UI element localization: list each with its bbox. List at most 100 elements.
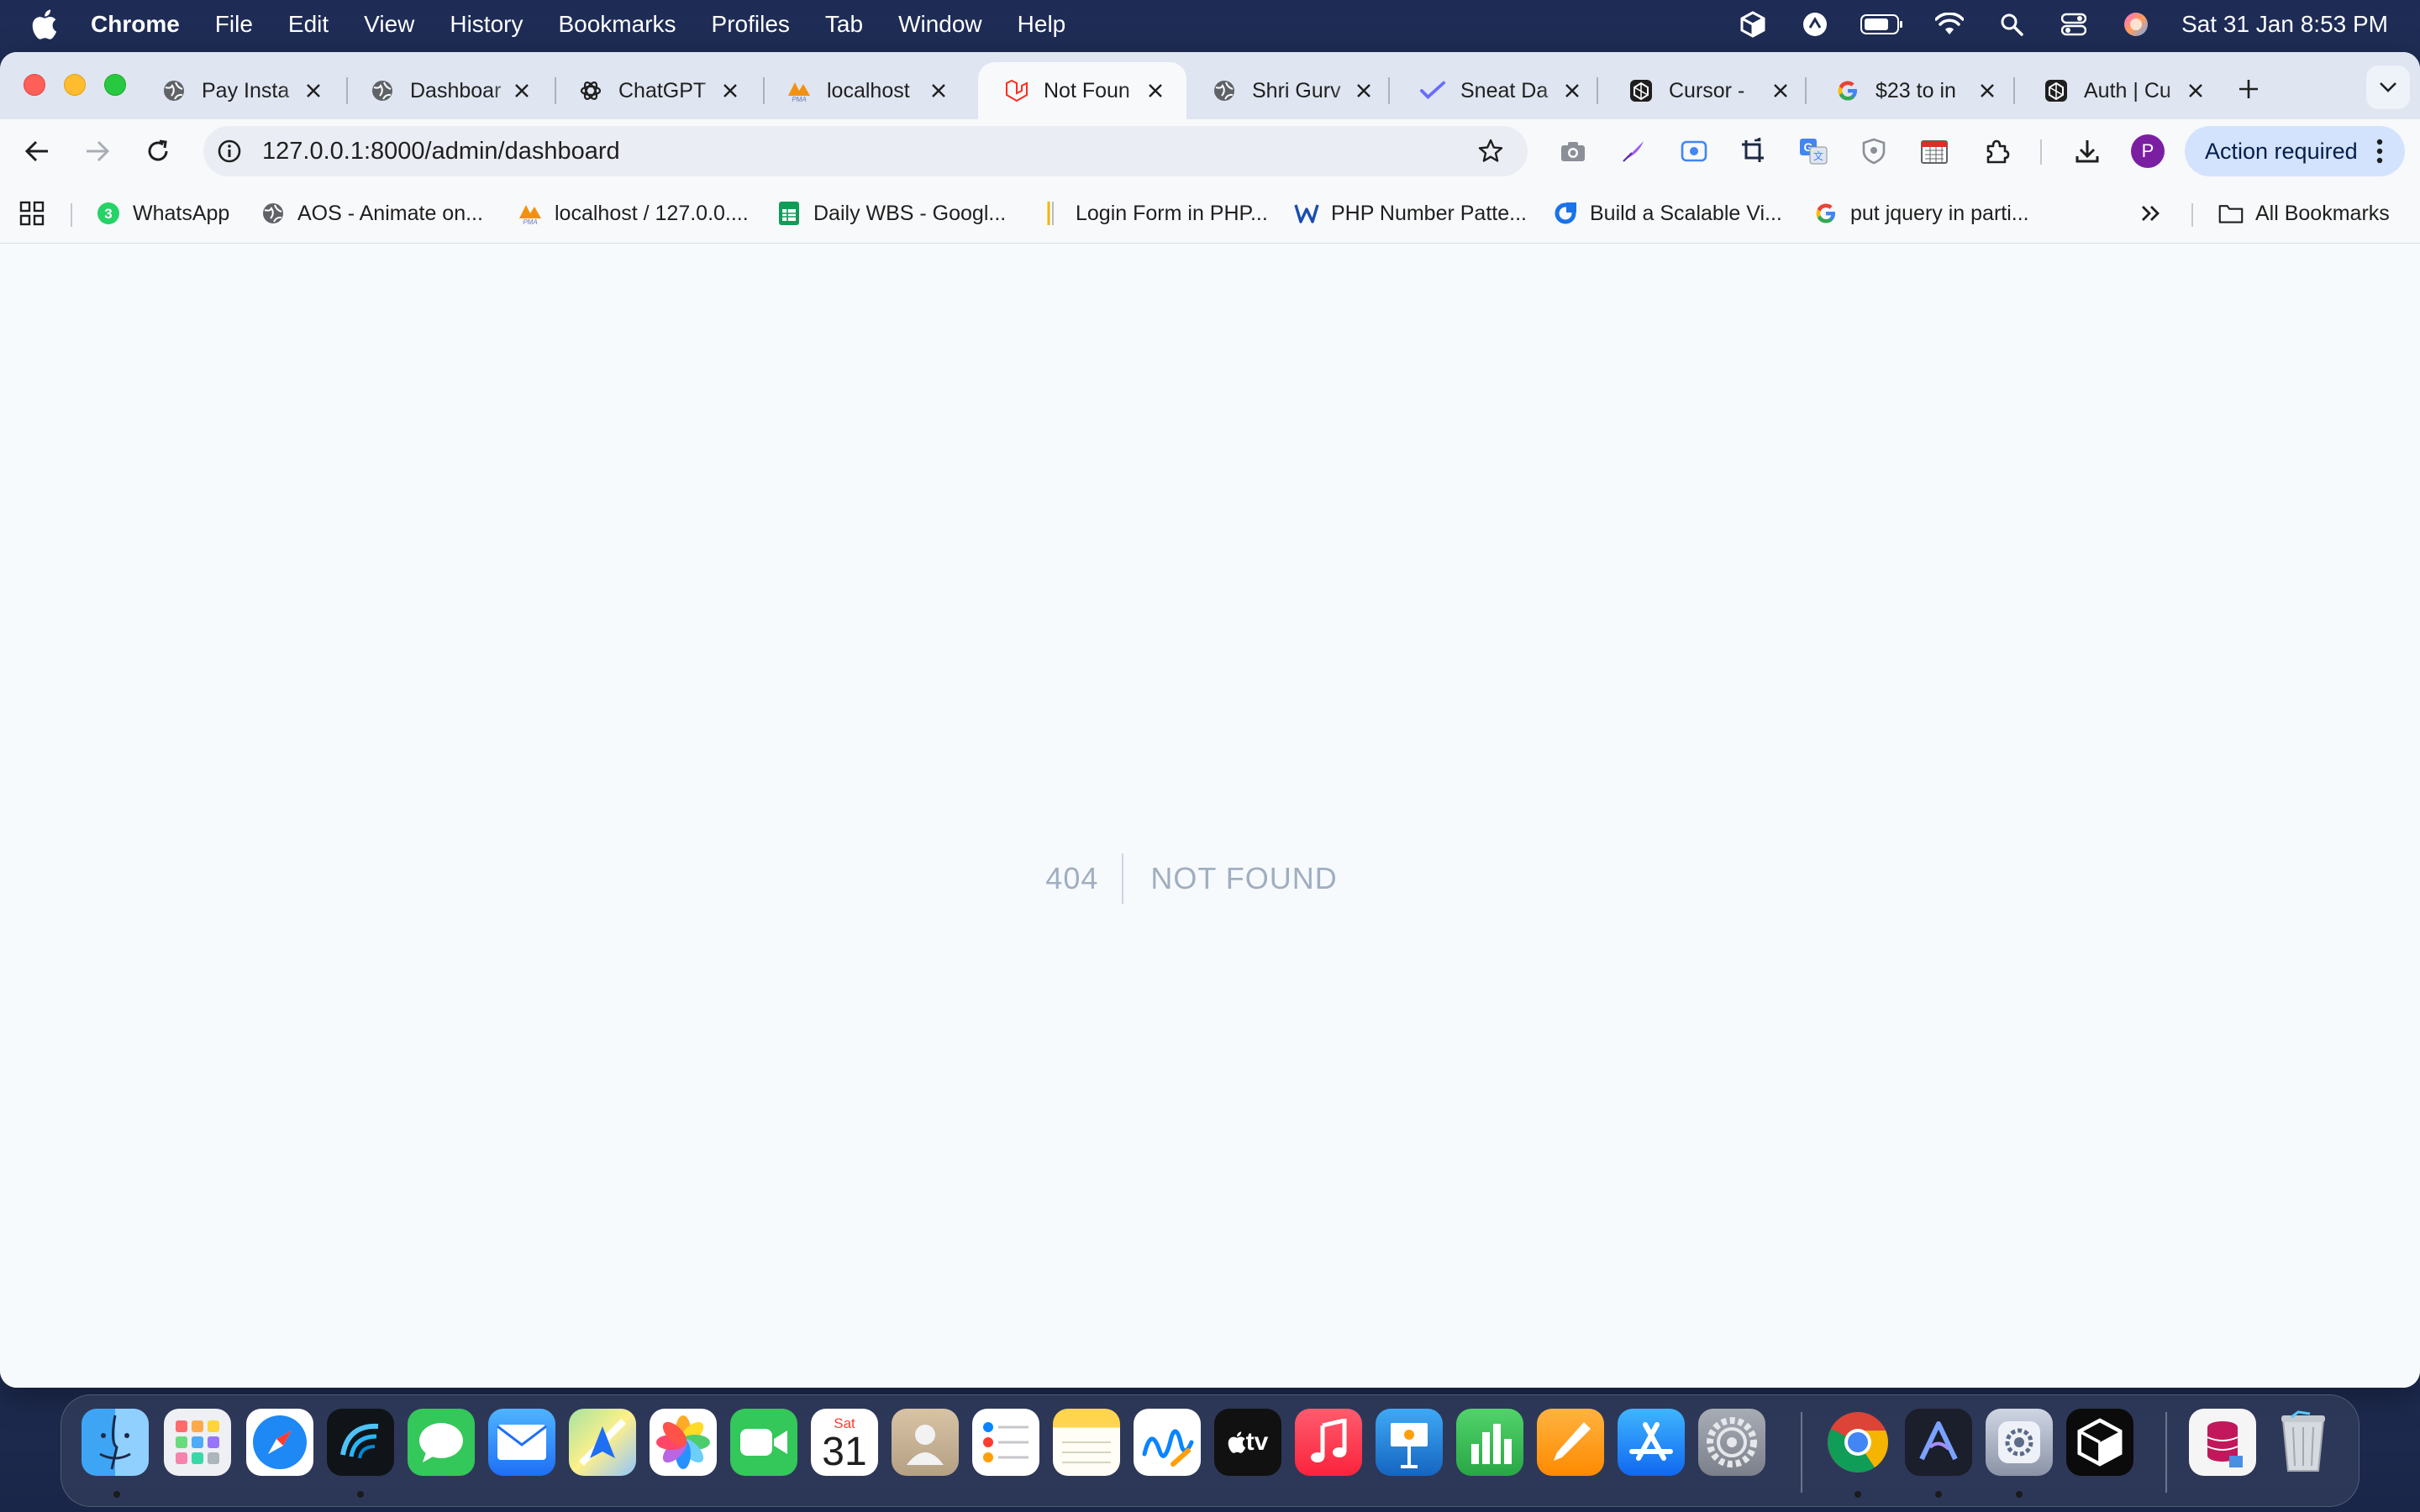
window-zoom-button[interactable] xyxy=(104,74,126,96)
tab-cursor[interactable]: Cursor - xyxy=(1603,62,1812,119)
forward-button[interactable] xyxy=(79,133,116,170)
apple-menu-icon[interactable] xyxy=(32,8,60,41)
address-bar[interactable] xyxy=(203,126,1528,176)
photos-icon[interactable] xyxy=(650,1409,717,1476)
utility-icon[interactable] xyxy=(1986,1409,2053,1476)
maps-icon[interactable] xyxy=(569,1409,636,1476)
all-bookmarks-button[interactable]: All Bookmarks xyxy=(2218,197,2390,230)
bookmark-star-icon[interactable] xyxy=(1476,136,1506,166)
close-tab-icon[interactable] xyxy=(509,78,534,103)
tab-shri-gurv[interactable]: Shri Gurv xyxy=(1186,62,1395,119)
screen-record-icon[interactable] xyxy=(1677,134,1711,168)
cube-app-icon[interactable] xyxy=(2066,1409,2133,1476)
tab-dashboard[interactable]: Dashboar xyxy=(345,62,553,119)
close-tab-icon[interactable] xyxy=(301,78,326,103)
finder-icon[interactable] xyxy=(82,1409,149,1476)
tab-not-found[interactable]: Not Foun xyxy=(978,62,1186,119)
quill-icon[interactable] xyxy=(1617,134,1650,168)
url-input[interactable] xyxy=(262,137,1355,165)
menu-clock[interactable]: Sat 31 Jan 8:53 PM xyxy=(2181,11,2388,38)
close-tab-icon[interactable] xyxy=(2183,78,2208,103)
music-icon[interactable] xyxy=(1295,1409,1362,1476)
menu-history[interactable]: History xyxy=(450,11,523,38)
more-menu-icon[interactable] xyxy=(2373,138,2386,165)
control-center-icon[interactable] xyxy=(2057,8,2091,41)
mail-icon[interactable] xyxy=(488,1409,555,1476)
spotlight-search-icon[interactable] xyxy=(1995,8,2028,41)
crop-icon[interactable] xyxy=(1736,134,1770,168)
bookmark-build-scalable[interactable]: Build a Scalable Vi... xyxy=(1553,197,1782,230)
freeform-icon[interactable] xyxy=(1134,1409,1201,1476)
messages-icon[interactable] xyxy=(408,1409,475,1476)
keynote-icon[interactable] xyxy=(1376,1409,1443,1476)
close-tab-icon[interactable] xyxy=(1975,78,2000,103)
database-icon[interactable] xyxy=(2189,1409,2256,1476)
bookmark-localhost[interactable]: PMA localhost / 127.0.0.... xyxy=(518,197,749,230)
menu-profiles[interactable]: Profiles xyxy=(712,11,790,38)
action-required-button[interactable]: Action required xyxy=(2185,126,2405,176)
contacts-icon[interactable] xyxy=(892,1409,959,1476)
bookmark-put-jquery[interactable]: put jquery in parti... xyxy=(1813,197,2029,230)
translate-icon[interactable]: G文 xyxy=(1797,134,1830,168)
more-bookmarks-icon[interactable] xyxy=(2139,197,2163,230)
bookmark-aos[interactable]: AOS - Animate on... xyxy=(260,197,483,230)
tab-pay-insta[interactable]: Pay Insta xyxy=(136,62,345,119)
menu-app-name[interactable]: Chrome xyxy=(91,11,180,38)
camera-icon[interactable] xyxy=(1556,134,1590,168)
siri-icon[interactable] xyxy=(2119,8,2153,41)
chrome-icon[interactable] xyxy=(1824,1409,1891,1476)
app-store-icon[interactable] xyxy=(1618,1409,1685,1476)
trash-icon[interactable] xyxy=(2270,1409,2337,1476)
close-tab-icon[interactable] xyxy=(1768,78,1793,103)
new-tab-button[interactable] xyxy=(2232,72,2265,106)
numbers-icon[interactable] xyxy=(1456,1409,1523,1476)
site-info-icon[interactable] xyxy=(215,137,244,165)
apple-tv-icon[interactable]: tv xyxy=(1214,1409,1281,1476)
launchpad-icon[interactable] xyxy=(164,1409,231,1476)
menu-bookmarks[interactable]: Bookmarks xyxy=(558,11,676,38)
shield-icon[interactable] xyxy=(1857,134,1891,168)
bookmark-whatsapp[interactable]: 3 WhatsApp xyxy=(96,197,229,230)
tab-auth-cursor[interactable]: Auth | Cu xyxy=(2018,62,2227,119)
window-minimize-button[interactable] xyxy=(64,74,86,96)
downloads-icon[interactable] xyxy=(2070,134,2104,168)
bookmark-php-number[interactable]: PHP Number Patte... xyxy=(1294,197,1527,230)
pages-icon[interactable] xyxy=(1537,1409,1604,1476)
close-tab-icon[interactable] xyxy=(1560,78,1585,103)
battery-icon[interactable] xyxy=(1860,8,1904,41)
menu-help[interactable]: Help xyxy=(1018,11,1066,38)
calendar-icon[interactable] xyxy=(1918,134,1951,168)
back-button[interactable] xyxy=(18,133,55,170)
sync-icon[interactable] xyxy=(1798,8,1832,41)
safari-icon[interactable] xyxy=(246,1409,313,1476)
system-settings-icon[interactable] xyxy=(1698,1409,1765,1476)
notes-icon[interactable] xyxy=(1053,1409,1120,1476)
cursor-app-icon[interactable] xyxy=(1905,1409,1972,1476)
menu-tab[interactable]: Tab xyxy=(825,11,863,38)
tab-search-button[interactable] xyxy=(2366,66,2410,109)
bookmark-login-form[interactable]: Login Form in PHP... xyxy=(1039,197,1268,230)
menu-window[interactable]: Window xyxy=(898,11,982,38)
menu-edit[interactable]: Edit xyxy=(288,11,329,38)
profile-avatar[interactable]: P xyxy=(2131,134,2165,168)
reload-button[interactable] xyxy=(139,133,176,170)
cube-icon[interactable] xyxy=(1736,8,1770,41)
bookmark-daily-wbs[interactable]: Daily WBS - Googl... xyxy=(776,197,1006,230)
puzzle-extensions-icon[interactable] xyxy=(1980,134,2013,168)
close-tab-icon[interactable] xyxy=(1351,78,1376,103)
wavebox-icon[interactable] xyxy=(327,1409,394,1476)
calendar-app-icon[interactable]: Sat 31 xyxy=(811,1409,878,1476)
wifi-icon[interactable] xyxy=(1933,8,1966,41)
tab-chatgpt[interactable]: ChatGPT xyxy=(553,62,761,119)
tab-sneat-da[interactable]: Sneat Da xyxy=(1395,62,1603,119)
menu-view[interactable]: View xyxy=(364,11,414,38)
tab-google-search[interactable]: $23 to in xyxy=(1810,62,2018,119)
tab-localhost[interactable]: PMA localhost xyxy=(761,62,970,119)
facetime-icon[interactable] xyxy=(730,1409,797,1476)
menu-file[interactable]: File xyxy=(215,11,253,38)
reminders-icon[interactable] xyxy=(972,1409,1039,1476)
close-tab-icon[interactable] xyxy=(926,78,951,103)
window-close-button[interactable] xyxy=(24,74,45,96)
close-tab-icon[interactable] xyxy=(718,78,743,103)
apps-grid-icon[interactable] xyxy=(18,197,45,230)
